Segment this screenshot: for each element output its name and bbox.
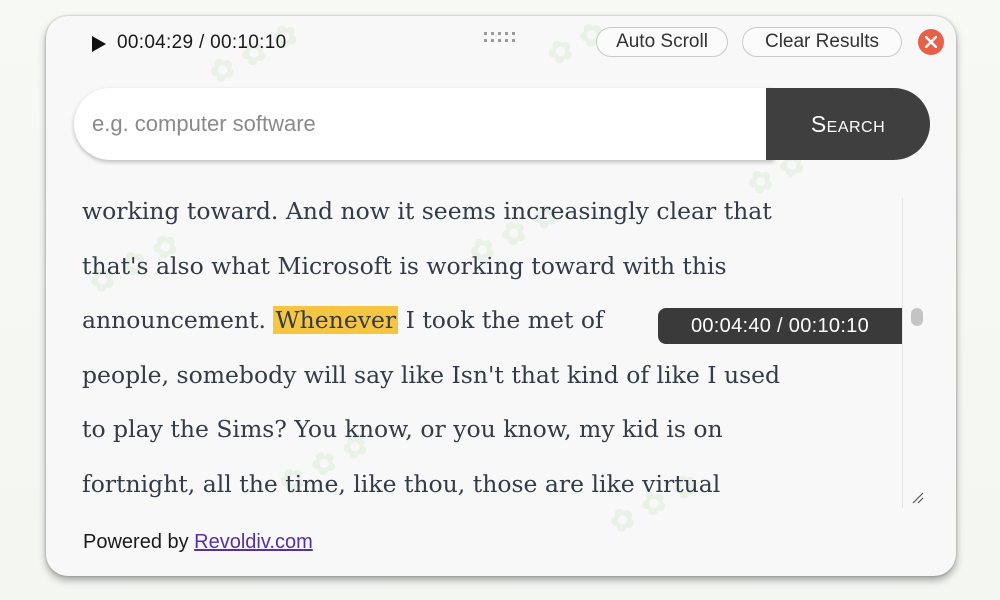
play-icon [92, 36, 106, 52]
drag-handle-icon[interactable] [484, 30, 520, 46]
search-button[interactable]: Search [766, 88, 930, 160]
transcript-line: that's also what Microsoft is working to… [82, 251, 727, 280]
timestamp-tooltip: 00:04:40 / 00:10:10 [658, 308, 902, 344]
close-icon [925, 36, 937, 48]
playback-time: 00:04:29 / 00:10:10 [117, 32, 287, 53]
transcript-widget: ✿ ✿ ✿ ✿ ✿ ✿ ✿ ✿ ✿ ✿ ✿ ✿ ✿ ✿ ✿ ✿ ✿ ✿ ✿ 00… [46, 16, 956, 576]
transcript-line: people, somebody will say like Isn't tha… [82, 360, 781, 389]
transcript-text[interactable]: working toward. And now it seems increas… [82, 184, 902, 514]
close-button[interactable] [918, 29, 944, 55]
search-input[interactable] [74, 88, 774, 160]
play-button[interactable] [88, 34, 108, 54]
player-toolbar: 00:04:29 / 00:10:10 Auto Scroll Clear Re… [46, 16, 956, 72]
resize-grip-icon[interactable] [910, 490, 924, 504]
powered-by: Powered by Revoldiv.com [83, 531, 313, 554]
auto-scroll-button[interactable]: Auto Scroll [596, 27, 728, 57]
transcript-segment: announcement. [82, 306, 274, 334]
scrollbar-thumb[interactable] [911, 308, 923, 326]
transcript-segment: I took the met of [398, 306, 604, 334]
transcript-line: fortnight, all the time, like thou, thos… [82, 469, 721, 498]
revoldiv-link[interactable]: Revoldiv.com [194, 531, 313, 553]
powered-by-label: Powered by [83, 531, 195, 553]
search-highlight-word[interactable]: Whenever [273, 306, 399, 334]
search-bar: Search [74, 88, 930, 160]
screen: ✿ ✿ ✿ ✿ ✿ ✿ ✿ ✿ ✿ ✿ ✿ ✿ ✿ ✿ ✿ ✿ ✿ ✿ ✿ 00… [0, 0, 1000, 600]
transcript-line: working toward. And now it seems increas… [82, 197, 772, 225]
transcript-line: to play the Sims? You know, or you know,… [82, 415, 723, 443]
clear-results-button[interactable]: Clear Results [742, 27, 902, 57]
transcript-scrollbar[interactable] [902, 198, 929, 508]
